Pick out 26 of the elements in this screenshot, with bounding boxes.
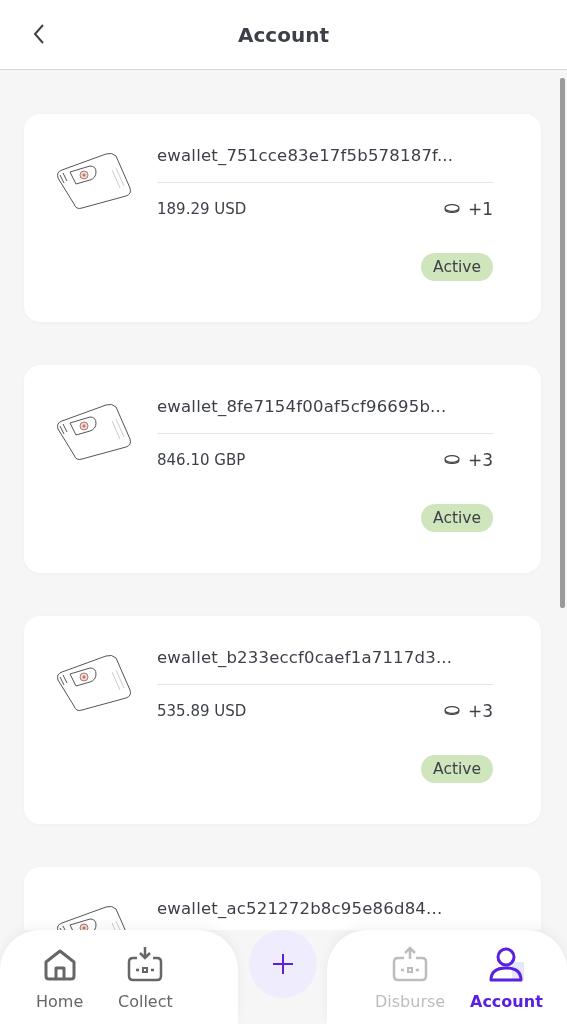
plus-icon [271, 952, 295, 976]
wallet-name: ewallet_ac521272b8c95e86d84... [157, 898, 444, 920]
wallet-card[interactable]: ewallet_b233eccf0caef1a7117d3... 535.89 USD +3 Active [24, 616, 541, 824]
nav-tab[interactable]: Account [470, 944, 543, 1011]
coin-count: +3 [467, 701, 493, 721]
page-title: Account [238, 22, 329, 47]
wallet-name: ewallet_b233eccf0caef1a7117d3... [157, 647, 454, 669]
coin-count: +1 [467, 199, 493, 219]
coin-icon [443, 455, 460, 465]
status-badge: Active [421, 504, 493, 532]
scrollbar[interactable] [560, 78, 565, 608]
wallet-card[interactable]: ewallet_ac521272b8c95e86d84... [24, 867, 541, 930]
wallet-balance: 189.29 USD [157, 200, 247, 218]
status-badge: Active [421, 253, 493, 281]
nav-tab[interactable]: Collect [118, 944, 173, 1011]
wallet-card[interactable]: ewallet_751cce83e17f5b578187f... 189.29 USD +1 Active [24, 114, 541, 322]
coin-icon [443, 706, 460, 716]
coin-icon [443, 204, 460, 214]
wallet-card[interactable]: ewallet_8fe7154f00af5cf96695b... 846.10 GBP +3 Active [24, 365, 541, 573]
wallet-balance: 846.10 GBP [157, 451, 246, 469]
wallet-balance: 535.89 USD [157, 702, 247, 720]
wallet-name: ewallet_751cce83e17f5b578187f... [157, 145, 455, 167]
status-badge: Active [421, 755, 493, 783]
nav-tab[interactable]: Home [36, 944, 84, 1011]
coin-count: +3 [467, 450, 493, 470]
wallet-name: ewallet_8fe7154f00af5cf96695b... [157, 396, 448, 418]
